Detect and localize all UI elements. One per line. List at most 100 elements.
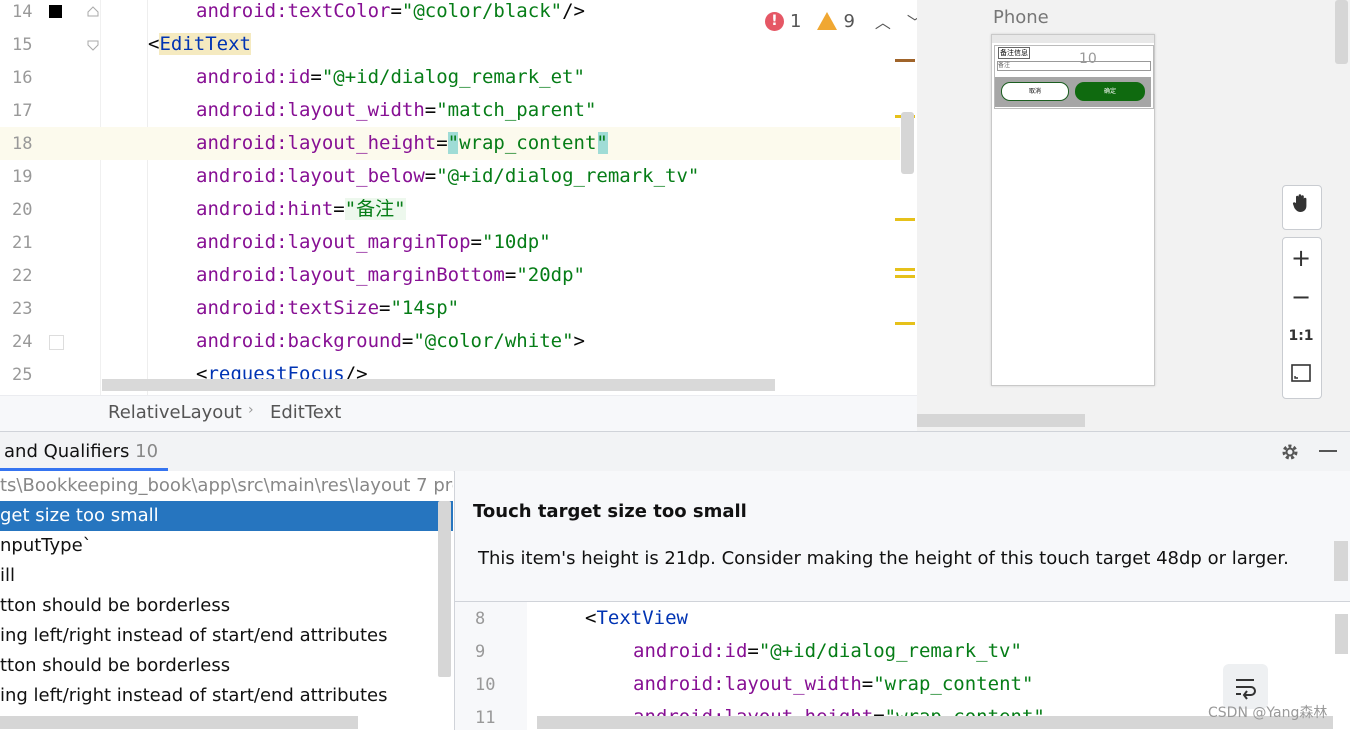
phone-dialog-title: 备注信息 xyxy=(998,47,1030,59)
code-line: android:layout_marginBottom="20dp" xyxy=(196,259,585,292)
problem-list-item[interactable]: ill xyxy=(0,561,453,591)
code-token: android:id xyxy=(196,66,311,88)
vertical-scrollbar[interactable] xyxy=(901,112,914,174)
code-token: EditText xyxy=(159,33,251,55)
horizontal-scrollbar[interactable] xyxy=(102,379,775,391)
code-token: = xyxy=(747,640,759,662)
code-token: android:layout_marginBottom xyxy=(196,264,505,286)
warning-stripe-mark[interactable] xyxy=(895,268,915,271)
problem-list-item[interactable]: get size too small xyxy=(0,501,453,531)
code-token: android:layout_marginTop xyxy=(196,231,471,253)
zoom-to-fit-icon[interactable] xyxy=(1282,356,1320,394)
code-token: android:layout_below xyxy=(196,165,425,187)
code-line: android:textColor="@color/black"/> xyxy=(196,0,585,28)
problem-list-item[interactable]: nputType` xyxy=(0,531,453,561)
code-token: android:id xyxy=(633,640,748,662)
zoom-actual-size-button[interactable]: 1:1 xyxy=(1282,317,1320,355)
warning-stripe-mark[interactable] xyxy=(895,322,915,325)
code-editor[interactable]: 14 android:textColor="@color/black"/> 15 <E… xyxy=(0,0,917,395)
phone-confirm-button: 确定 xyxy=(1075,82,1145,101)
snippet-scrollbar[interactable] xyxy=(1335,614,1348,654)
warning-stripe-mark[interactable] xyxy=(895,275,915,278)
fold-icon[interactable] xyxy=(86,2,100,17)
panel-tab-count: 10 xyxy=(135,441,159,462)
list-path[interactable]: ts\Bookkeeping_book\app\src\main\res\lay… xyxy=(0,471,453,501)
minimize-icon[interactable] xyxy=(1319,450,1337,452)
phone-status-bar xyxy=(992,35,1154,43)
breadcrumb-item-edittext[interactable]: EditText xyxy=(270,402,341,423)
line-number: 14 xyxy=(12,2,33,22)
code-token: android:textSize xyxy=(196,297,380,319)
code-token: = xyxy=(379,297,391,319)
color-swatch-black-icon[interactable] xyxy=(49,5,62,18)
code-token: TextView xyxy=(596,607,688,629)
line-number: 17 xyxy=(12,101,33,121)
code-token: "match_parent" xyxy=(436,99,597,121)
code-token: android:layout_height xyxy=(196,132,437,154)
code-token: "wrap_content" xyxy=(873,673,1034,695)
device-label: Phone xyxy=(993,7,1049,28)
list-horizontal-scrollbar[interactable] xyxy=(0,716,358,729)
code-line: android:layout_height="wrap_content" xyxy=(196,127,608,160)
problem-detail: Touch target size too small This item's … xyxy=(454,471,1350,601)
code-token: = xyxy=(470,231,482,253)
line-number: 9 xyxy=(475,642,486,662)
code-line: <TextView xyxy=(585,602,688,635)
line-number: 23 xyxy=(12,299,33,319)
code-token: = xyxy=(333,198,345,220)
phone-remark-input: 备注 xyxy=(997,61,1151,71)
problem-list-item[interactable]: tton should be borderless xyxy=(0,651,453,681)
problems-panel-header: and Qualifiers 10 xyxy=(0,431,1350,472)
inspection-widget[interactable]: ! 1 9 ︿ ﹀ xyxy=(765,10,917,32)
code-token: = xyxy=(861,673,874,695)
panel-tab-title[interactable]: and Qualifiers 10 xyxy=(4,441,158,462)
list-vertical-scrollbar[interactable] xyxy=(438,501,451,677)
line-number: 15 xyxy=(12,35,33,55)
preview-horizontal-scrollbar[interactable] xyxy=(917,414,1085,427)
code-token: android:background xyxy=(196,330,402,352)
problem-description: This item's height is 21dp. Consider mak… xyxy=(478,548,1289,569)
code-line: android:layout_below="@+id/dialog_remark… xyxy=(196,160,699,193)
line-number: 18 xyxy=(12,134,33,154)
problem-list-item[interactable]: tton should be borderless xyxy=(0,591,453,621)
problem-list-item[interactable]: ing left/right instead of start/end attr… xyxy=(0,621,453,651)
code-token: = xyxy=(436,132,448,154)
chevron-down-icon[interactable]: ﹀ xyxy=(907,9,917,33)
code-token: android:layout_width xyxy=(196,99,425,121)
breadcrumb-separator-icon: › xyxy=(248,402,254,418)
zoom-out-icon[interactable]: − xyxy=(1282,278,1320,316)
code-token: = xyxy=(310,66,322,88)
code-line: android:layout_width="match_parent" xyxy=(196,94,596,127)
line-number: 19 xyxy=(12,167,33,187)
color-swatch-white-icon[interactable] xyxy=(49,335,64,350)
code-token: android:textColor xyxy=(196,0,391,22)
line-number: 25 xyxy=(12,365,33,385)
code-token: = xyxy=(424,99,437,121)
problem-list[interactable]: ts\Bookkeeping_book\app\src\main\res\lay… xyxy=(0,471,453,729)
preview-vertical-scrollbar[interactable] xyxy=(1335,0,1348,64)
line-number: 10 xyxy=(475,675,496,695)
code-token: android:hint xyxy=(196,198,334,220)
phone-preview[interactable]: 备注信息 备注 10 取消 确定 xyxy=(991,34,1155,386)
problem-title: Touch target size too small xyxy=(473,501,747,522)
code-token: "@color/white" xyxy=(413,330,574,352)
code-token: < xyxy=(585,607,597,629)
code-token: = xyxy=(390,0,402,22)
error-stripe-mark[interactable] xyxy=(895,59,915,62)
gear-icon[interactable] xyxy=(1280,442,1300,462)
warning-count: 9 xyxy=(843,10,855,32)
code-line: android:id="@+id/dialog_remark_tv" xyxy=(633,635,1022,668)
code-line: android:id="@+id/dialog_remark_et" xyxy=(196,61,585,94)
detail-scrollbar[interactable] xyxy=(1334,541,1348,581)
chevron-up-icon[interactable]: ︿ xyxy=(875,9,891,33)
code-token: = xyxy=(401,330,414,352)
code-token: > xyxy=(573,330,585,352)
breadcrumb-item-relativelayout[interactable]: RelativeLayout xyxy=(108,402,242,423)
fold-icon[interactable] xyxy=(86,38,100,52)
zoom-in-icon[interactable]: + xyxy=(1282,239,1320,277)
problem-list-item[interactable]: ing left/right instead of start/end attr… xyxy=(0,681,453,711)
warning-stripe-mark[interactable] xyxy=(895,218,915,221)
phone-dialog: 备注信息 备注 10 取消 确定 xyxy=(994,45,1154,109)
code-line: android:layout_width="wrap_content" xyxy=(633,668,1033,701)
hand-icon[interactable] xyxy=(1282,188,1320,226)
